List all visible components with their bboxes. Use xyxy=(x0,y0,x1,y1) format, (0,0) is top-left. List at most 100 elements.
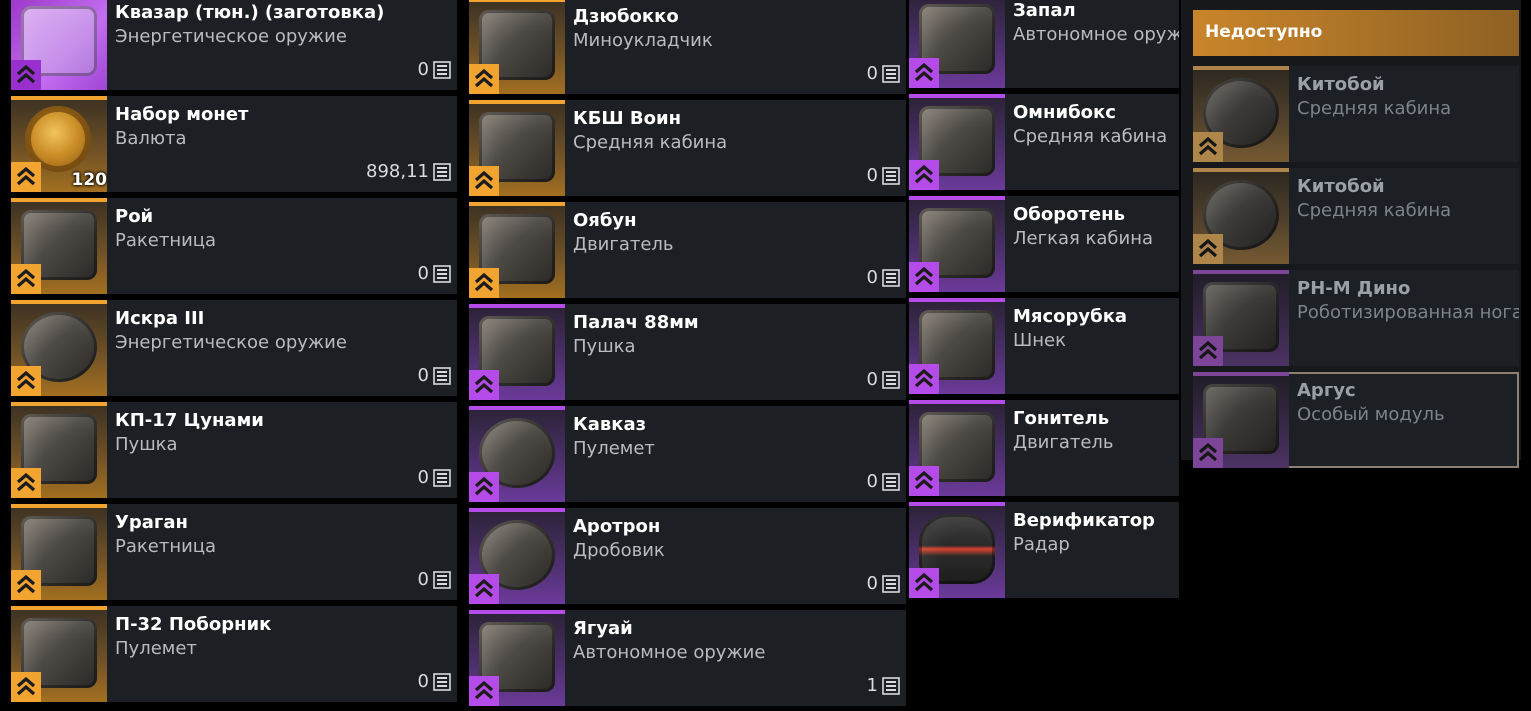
item-card[interactable]: Оябун Двигатель 0 xyxy=(469,202,906,298)
item-card[interactable]: Запал Автономное оружие xyxy=(909,0,1179,88)
list-icon xyxy=(433,60,451,79)
chevron-up-icon xyxy=(11,672,41,702)
item-name: Искра III xyxy=(115,308,205,329)
item-card[interactable]: КП-17 Цунами Пушка 0 xyxy=(11,402,457,498)
item-thumbnail xyxy=(469,0,565,94)
item-thumbnail xyxy=(11,402,107,498)
quantity-badge: 120 xyxy=(71,170,108,190)
chevron-up-icon xyxy=(469,676,499,706)
item-type: Дробовик xyxy=(573,540,665,561)
item-type: Энергетическое оружие xyxy=(115,26,347,47)
item-thumbnail xyxy=(909,94,1005,190)
item-name: Дзюбокко xyxy=(573,6,679,27)
item-count: 0 xyxy=(418,467,451,488)
item-name: Запал xyxy=(1013,0,1076,21)
item-type: Средняя кабина xyxy=(573,132,728,153)
chevron-up-icon xyxy=(469,370,499,400)
item-card[interactable]: Дзюбокко Миноукладчик 0 xyxy=(469,0,906,94)
item-name: Оябун xyxy=(573,210,637,231)
item-type: Особый модуль xyxy=(1297,404,1445,425)
item-type: Средняя кабина xyxy=(1297,98,1452,119)
item-count-value: 0 xyxy=(417,671,429,692)
item-count: 1 xyxy=(867,675,900,696)
item-thumbnail xyxy=(1193,270,1289,366)
item-card[interactable]: Верификатор Радар xyxy=(909,502,1179,598)
chevron-up-icon xyxy=(1193,336,1223,366)
item-card[interactable]: Ураган Ракетница 0 xyxy=(11,504,457,600)
chevron-up-icon xyxy=(909,58,939,88)
item-card[interactable]: Кавказ Пулемет 0 xyxy=(469,406,906,502)
item-type: Пулемет xyxy=(115,638,197,659)
item-count: 0 xyxy=(867,471,900,492)
item-count-value: 0 xyxy=(866,165,878,186)
item-name: Омнибокс xyxy=(1013,102,1116,123)
item-card[interactable]: Гонитель Двигатель xyxy=(909,400,1179,496)
list-icon xyxy=(882,64,900,83)
item-card[interactable]: РН-М Дино Роботизированная нога xyxy=(1193,270,1519,366)
item-count-value: 0 xyxy=(417,569,429,590)
item-count-value: 0 xyxy=(866,471,878,492)
item-count: 0 xyxy=(867,267,900,288)
item-card[interactable]: Рой Ракетница 0 xyxy=(11,198,457,294)
list-icon xyxy=(433,672,451,691)
chevron-up-icon xyxy=(11,366,41,396)
item-type: Пушка xyxy=(573,336,636,357)
item-thumbnail xyxy=(1193,168,1289,264)
item-type: Ракетница xyxy=(115,536,217,557)
list-icon xyxy=(433,264,451,283)
item-card[interactable]: КБШ Воин Средняя кабина 0 xyxy=(469,100,906,196)
item-card[interactable]: Омнибокс Средняя кабина xyxy=(909,94,1179,190)
item-count-value: 0 xyxy=(417,365,429,386)
unavailable-header: Недоступно xyxy=(1193,10,1519,56)
item-count: 0 xyxy=(418,671,451,692)
item-type: Ракетница xyxy=(115,230,217,251)
item-card[interactable]: 120 Набор монет Валюта 898,11 xyxy=(11,96,457,192)
item-thumbnail xyxy=(1193,372,1289,468)
item-thumbnail xyxy=(11,0,107,90)
item-count-value: 0 xyxy=(866,573,878,594)
item-count-value: 898,11 xyxy=(366,161,429,182)
item-card[interactable]: Китобой Средняя кабина xyxy=(1193,168,1519,264)
item-name: Аргус xyxy=(1297,380,1356,401)
item-card[interactable]: Оборотень Легкая кабина xyxy=(909,196,1179,292)
item-count: 0 xyxy=(418,263,451,284)
item-count: 0 xyxy=(418,59,451,80)
item-card[interactable]: Ягуай Автономное оружие 1 xyxy=(469,610,906,706)
item-thumbnail xyxy=(11,504,107,600)
item-type: Автономное оружие xyxy=(573,642,766,663)
chevron-up-icon xyxy=(909,568,939,598)
item-name: КП-17 Цунами xyxy=(115,410,264,431)
item-name: РН-М Дино xyxy=(1297,278,1411,299)
list-icon xyxy=(882,676,900,695)
item-card[interactable]: Китобой Средняя кабина xyxy=(1193,66,1519,162)
item-name: Аротрон xyxy=(573,516,661,537)
item-name: КБШ Воин xyxy=(573,108,682,129)
item-card[interactable]: Квазар (тюн.) (заготовка) Энергетическое … xyxy=(11,0,457,90)
chevron-up-icon xyxy=(11,570,41,600)
item-count: 0 xyxy=(418,569,451,590)
unavailable-title: Недоступно xyxy=(1205,22,1323,42)
list-icon xyxy=(882,268,900,287)
item-count-value: 0 xyxy=(417,59,429,80)
item-count-value: 0 xyxy=(417,467,429,488)
item-name: Китобой xyxy=(1297,176,1385,197)
list-icon xyxy=(882,472,900,491)
item-type: Легкая кабина xyxy=(1013,228,1154,249)
item-name: Гонитель xyxy=(1013,408,1110,429)
item-thumbnail xyxy=(909,502,1005,598)
item-card[interactable]: Аротрон Дробовик 0 xyxy=(469,508,906,604)
item-count-value: 0 xyxy=(866,369,878,390)
chevron-up-icon xyxy=(1193,234,1223,264)
item-type: Средняя кабина xyxy=(1013,126,1168,147)
item-card[interactable]: Палач 88мм Пушка 0 xyxy=(469,304,906,400)
item-card[interactable]: Искра III Энергетическое оружие 0 xyxy=(11,300,457,396)
item-count: 898,11 xyxy=(366,161,451,182)
item-name: Верификатор xyxy=(1013,510,1155,531)
item-name: Китобой xyxy=(1297,74,1385,95)
item-card[interactable]: Мясорубка Шнек xyxy=(909,298,1179,394)
item-card[interactable]: П-32 Поборник Пулемет 0 xyxy=(11,606,457,702)
item-thumbnail xyxy=(11,300,107,396)
chevron-up-icon xyxy=(909,262,939,292)
item-card[interactable]: Аргус Особый модуль xyxy=(1193,372,1519,468)
item-count: 0 xyxy=(867,165,900,186)
